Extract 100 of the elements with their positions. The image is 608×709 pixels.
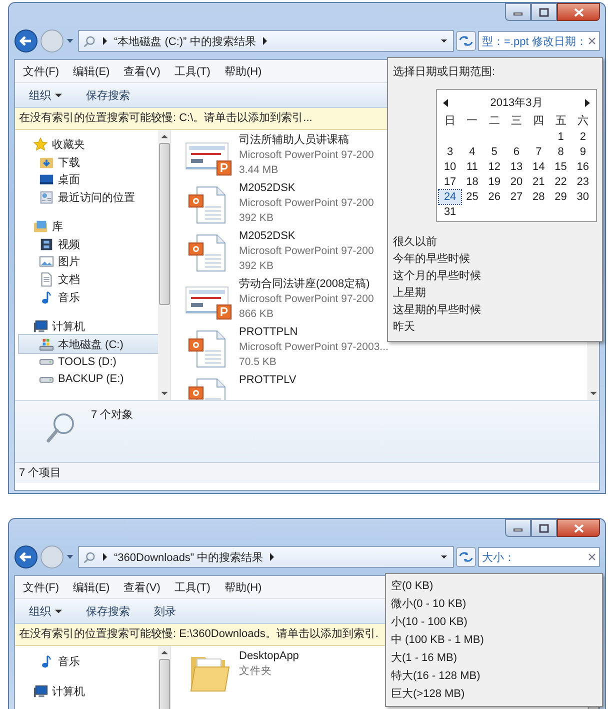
nav-item[interactable]: BACKUP (E:) xyxy=(19,370,158,388)
calendar-day[interactable]: 1 xyxy=(550,130,572,144)
calendar-day[interactable]: 22 xyxy=(550,175,572,189)
minimize-button[interactable] xyxy=(505,519,531,537)
calendar-day[interactable]: 21 xyxy=(528,175,550,189)
scroll-up-icon[interactable] xyxy=(160,134,168,139)
nav-item[interactable]: 音乐 xyxy=(19,288,158,306)
menu-item[interactable]: 查看(V) xyxy=(124,64,160,78)
calendar-day[interactable]: 4 xyxy=(461,145,484,159)
file-name[interactable]: DesktopApp xyxy=(239,649,299,664)
scroll-up-icon[interactable] xyxy=(160,650,168,655)
refresh-button[interactable] xyxy=(456,547,476,567)
nav-item[interactable]: 计算机 xyxy=(19,682,158,700)
history-dropdown-icon[interactable] xyxy=(66,553,74,561)
scrollbar[interactable] xyxy=(158,130,170,400)
chevron-right-icon[interactable] xyxy=(102,553,108,561)
calendar-day[interactable]: 18 xyxy=(461,175,484,189)
toolbar-button[interactable]: 保存搜索 xyxy=(86,604,130,618)
calendar-day[interactable]: 31 xyxy=(439,205,462,219)
calendar-day[interactable]: 12 xyxy=(483,160,506,174)
toolbar-button[interactable]: 保存搜索 xyxy=(86,88,130,102)
nav-item[interactable]: 文档 xyxy=(19,270,158,288)
next-month-button[interactable] xyxy=(585,98,590,106)
calendar-day[interactable]: 30 xyxy=(572,190,594,204)
month-label[interactable]: 2013年3月 xyxy=(490,95,543,110)
date-range-option[interactable]: 今年的早些时候 xyxy=(393,251,597,268)
calendar-day[interactable]: 5 xyxy=(483,145,506,159)
dropdown-caret-icon[interactable] xyxy=(441,553,447,561)
calendar-day[interactable]: 27 xyxy=(505,190,528,204)
maximize-button[interactable] xyxy=(531,519,557,537)
refresh-button[interactable] xyxy=(456,31,476,51)
nav-item[interactable]: 计算机 xyxy=(19,318,158,336)
calendar-day[interactable]: 23 xyxy=(572,175,594,189)
file-name[interactable]: PROTTPLN xyxy=(239,325,388,340)
date-range-option[interactable]: 这星期的早些时候 xyxy=(393,302,597,319)
calendar-day[interactable]: 19 xyxy=(483,175,506,189)
nav-item[interactable]: 音乐 xyxy=(19,652,158,670)
clear-icon[interactable] xyxy=(588,37,596,45)
clear-icon[interactable] xyxy=(588,553,596,561)
size-option[interactable]: 中 (100 KB - 1 MB) xyxy=(391,631,597,649)
calendar-day[interactable]: 8 xyxy=(550,145,572,159)
nav-item[interactable]: 下载 xyxy=(19,154,158,172)
chevron-right-icon[interactable] xyxy=(269,553,276,561)
size-option[interactable]: 特大(16 - 128 MB) xyxy=(391,667,597,685)
address-bar[interactable]: “本地磁盘 (C:)” 中的搜索结果 xyxy=(78,30,454,52)
dropdown-caret-icon[interactable] xyxy=(441,37,447,45)
menu-item[interactable]: 编辑(E) xyxy=(73,64,110,78)
calendar-day[interactable]: 17 xyxy=(439,175,462,189)
search-field[interactable]: 型：=.ppt 修改日期： xyxy=(478,31,600,51)
calendar-day[interactable]: 3 xyxy=(439,145,462,159)
nav-item[interactable]: 桌面 xyxy=(19,171,158,189)
nav-item[interactable]: 收藏夹 xyxy=(19,136,158,154)
scroll-down-icon[interactable] xyxy=(590,391,596,396)
calendar-day[interactable]: 14 xyxy=(528,160,550,174)
toolbar-button[interactable]: 刻录 xyxy=(154,604,176,618)
calendar-day[interactable]: 28 xyxy=(528,190,550,204)
date-range-option[interactable]: 这个月的早些时候 xyxy=(393,268,597,285)
calendar-day[interactable]: 7 xyxy=(528,145,550,159)
menu-item[interactable]: 查看(V) xyxy=(124,580,160,594)
nav-item[interactable]: 本地磁盘 (C:) xyxy=(19,335,158,353)
menu-item[interactable]: 工具(T) xyxy=(174,580,210,594)
scroll-down-icon[interactable] xyxy=(160,391,168,396)
nav-item[interactable]: 最近访问的位置 xyxy=(19,188,158,206)
calendar-day[interactable]: 10 xyxy=(439,160,462,174)
file-name[interactable]: M2052DSK xyxy=(239,181,374,196)
address-bar[interactable]: “360Downloads” 中的搜索结果 xyxy=(78,546,454,568)
menu-item[interactable]: 编辑(E) xyxy=(73,580,110,594)
calendar-day[interactable]: 16 xyxy=(572,160,594,174)
calendar-day[interactable]: 20 xyxy=(505,175,528,189)
calendar-day[interactable]: 29 xyxy=(550,190,572,204)
menu-item[interactable]: 工具(T) xyxy=(174,64,210,78)
calendar-day[interactable]: 6 xyxy=(505,145,528,159)
nav-item[interactable]: 库 xyxy=(19,218,158,236)
date-range-option[interactable]: 昨天 xyxy=(393,319,597,336)
history-dropdown-icon[interactable] xyxy=(66,37,74,45)
file-name[interactable]: 司法所辅助人员讲课稿 xyxy=(239,133,374,148)
nav-item[interactable]: 图片 xyxy=(19,253,158,271)
menu-item[interactable]: 帮助(H) xyxy=(224,64,262,78)
breadcrumb[interactable]: “本地磁盘 (C:)” 中的搜索结果 xyxy=(114,34,256,48)
calendar-day[interactable]: 9 xyxy=(572,145,594,159)
file-name[interactable]: 劳动合同法讲座(2008定稿) xyxy=(239,277,374,292)
maximize-button[interactable] xyxy=(531,3,557,21)
size-option[interactable]: 巨大(>128 MB) xyxy=(391,685,597,703)
file-name[interactable]: M2052DSK xyxy=(239,229,374,244)
size-option[interactable]: 微小(0 - 10 KB) xyxy=(391,595,597,613)
back-button[interactable] xyxy=(14,29,38,53)
nav-item[interactable]: TOOLS (D:) xyxy=(19,352,158,370)
toolbar-button[interactable]: 组织 xyxy=(29,604,62,618)
menu-item[interactable]: 文件(F) xyxy=(23,580,60,594)
chevron-right-icon[interactable] xyxy=(262,37,268,45)
chevron-right-icon[interactable] xyxy=(102,37,108,45)
calendar-day[interactable]: 11 xyxy=(461,160,484,174)
calendar-day[interactable]: 24 xyxy=(439,190,462,204)
size-option[interactable]: 空(0 KB) xyxy=(391,577,597,595)
calendar-day[interactable]: 13 xyxy=(505,160,528,174)
breadcrumb[interactable]: “360Downloads” 中的搜索结果 xyxy=(114,550,264,564)
search-field[interactable]: 大小： xyxy=(478,547,600,567)
nav-item[interactable]: 视频 xyxy=(19,236,158,254)
date-range-option[interactable]: 上星期 xyxy=(393,285,597,302)
close-button[interactable] xyxy=(557,519,600,537)
